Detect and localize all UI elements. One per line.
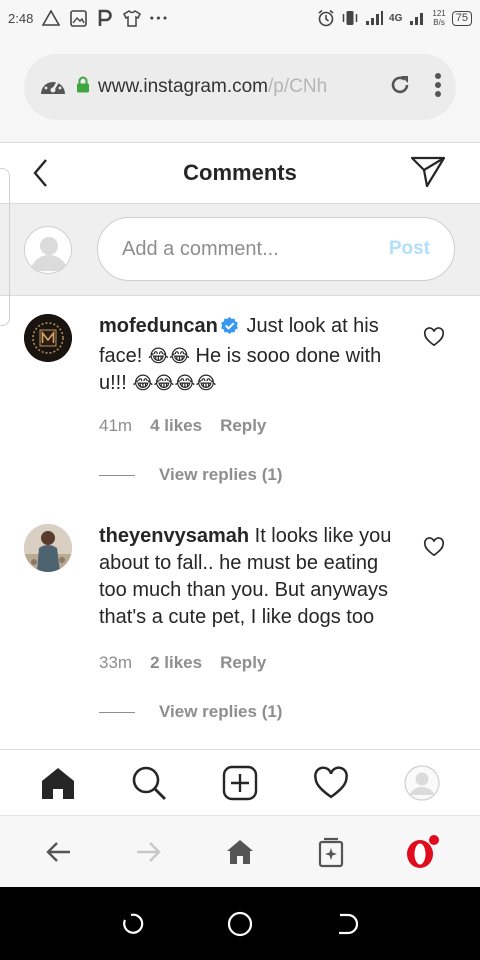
comment-likes[interactable]: 2 likes [150, 653, 202, 673]
status-bar: 2:48 4G 121 B/s 75 [0, 0, 480, 36]
current-user-avatar [24, 226, 72, 274]
tabs-icon[interactable] [307, 828, 355, 876]
reply-button[interactable]: Reply [220, 416, 266, 436]
instagram-bottom-nav [0, 749, 480, 815]
forward-icon[interactable] [125, 828, 173, 876]
signal-icon [365, 9, 384, 27]
signal-2-icon [408, 9, 426, 27]
laughing-emoji: 😂😂 [147, 346, 190, 367]
reply-button[interactable]: Reply [220, 653, 266, 673]
system-navigation-bar [0, 887, 480, 960]
menu-dots-icon[interactable] [434, 72, 442, 103]
network-speed-unit: B/s [433, 18, 445, 27]
system-back-icon[interactable] [323, 900, 371, 948]
opera-icon[interactable] [398, 828, 446, 876]
status-time: 2:48 [8, 10, 34, 26]
view-replies-button[interactable]: View replies (1) [99, 702, 282, 722]
side-drawer-handle[interactable] [0, 168, 10, 326]
view-replies-label: View replies (1) [159, 702, 283, 721]
vibrate-icon [341, 9, 359, 27]
add-post-icon[interactable] [216, 759, 264, 807]
reload-icon[interactable] [388, 73, 412, 102]
url-domain: www.instagram.com [98, 76, 268, 97]
comment-text: mofeduncan Just look at his face! 😂😂 He … [99, 313, 409, 397]
home-icon[interactable] [34, 759, 82, 807]
comment-time: 41m [99, 416, 133, 435]
address-bar[interactable]: www.instagram.com/p/CNh [24, 54, 456, 120]
comment-input-wrapper[interactable]: Post [97, 217, 455, 281]
commenter-avatar[interactable] [24, 314, 72, 362]
like-heart-icon[interactable] [423, 537, 445, 562]
comment-username[interactable]: mofeduncan [99, 315, 218, 337]
speed-dial-icon[interactable] [38, 72, 68, 103]
url-path: /p/CNh [268, 76, 328, 97]
comment-meta: 41m 4 likes Reply [99, 416, 266, 436]
comment-username[interactable]: theyenvysamah [99, 525, 249, 547]
add-comment-bar: Post [0, 204, 480, 296]
shirt-icon [123, 9, 142, 27]
browser-toolbar: www.instagram.com/p/CNh [0, 36, 480, 142]
back-icon[interactable] [34, 828, 82, 876]
post-button[interactable]: Post [389, 238, 430, 260]
more-notifications-icon [150, 9, 168, 27]
home-circle-icon[interactable] [216, 900, 264, 948]
battery-indicator: 75 [451, 10, 472, 26]
comment-input[interactable] [122, 237, 362, 261]
comment-text: theyenvysamah It looks like you about to… [99, 523, 409, 631]
like-heart-icon[interactable] [423, 327, 445, 352]
search-icon[interactable] [125, 759, 173, 807]
browser-home-icon[interactable] [216, 828, 264, 876]
profile-avatar-icon[interactable] [398, 759, 446, 807]
laughing-emoji: 😂😂😂😂 [132, 373, 217, 394]
view-replies-label: View replies (1) [159, 465, 283, 484]
replies-divider [99, 474, 135, 476]
activity-heart-icon[interactable] [307, 759, 355, 807]
parking-icon [96, 9, 114, 27]
view-replies-button[interactable]: View replies (1) [99, 465, 282, 485]
url-text[interactable]: www.instagram.com/p/CNh [98, 76, 348, 98]
page-title: Comments [183, 160, 297, 185]
gallery-icon [69, 9, 87, 27]
verified-badge-icon [220, 316, 239, 343]
alarm-icon [317, 9, 335, 27]
lock-icon [76, 76, 90, 98]
browser-bottom-nav [0, 815, 480, 887]
commenter-avatar[interactable] [24, 524, 72, 572]
network-speed: 121 B/s [432, 9, 445, 27]
comment-time: 33m [99, 653, 133, 672]
comment-likes[interactable]: 4 likes [150, 416, 202, 436]
comment-meta: 33m 2 likes Reply [99, 653, 266, 673]
network-speed-value: 121 [432, 9, 446, 18]
back-arrow-icon[interactable] [26, 157, 56, 194]
replies-divider [99, 711, 135, 713]
comments-header: Comments [0, 142, 480, 204]
recent-apps-icon[interactable] [109, 900, 157, 948]
warning-icon [42, 9, 61, 27]
direct-share-icon[interactable] [410, 155, 446, 194]
network-type: 4G [389, 12, 403, 24]
